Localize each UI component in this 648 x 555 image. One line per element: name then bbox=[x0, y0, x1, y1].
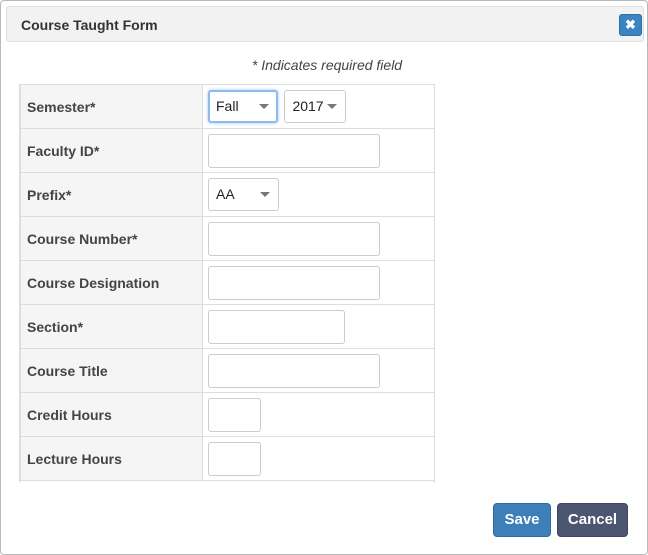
course-taught-dialog: Course Taught Form ✖ * Indicates require… bbox=[0, 0, 648, 555]
form-row-prefix: Prefix* AA bbox=[20, 172, 434, 217]
form-row-course-title: Course Title bbox=[20, 348, 434, 393]
semester-term-value: Fall bbox=[216, 98, 239, 114]
dialog-titlebar: Course Taught Form ✖ bbox=[6, 6, 644, 42]
form-row-credit-hours: Credit Hours bbox=[20, 392, 434, 437]
chevron-down-icon bbox=[259, 104, 269, 109]
cancel-button[interactable]: Cancel bbox=[557, 503, 628, 537]
semester-term-select[interactable]: Fall bbox=[208, 90, 278, 123]
credit-hours-label: Credit Hours bbox=[20, 392, 203, 437]
lecture-hours-input[interactable] bbox=[208, 441, 261, 476]
close-icon: ✖ bbox=[625, 17, 636, 32]
form-row-course-designation: Course Designation bbox=[20, 260, 434, 305]
semester-label: Semester* bbox=[20, 84, 203, 129]
chevron-down-icon bbox=[327, 104, 338, 109]
section-label: Section* bbox=[20, 304, 203, 349]
semester-year-select[interactable]: 2017 bbox=[284, 90, 347, 123]
required-field-note: * Indicates required field bbox=[251, 57, 403, 73]
course-number-label: Course Number* bbox=[20, 216, 203, 261]
lecture-hours-label: Lecture Hours bbox=[20, 436, 203, 481]
course-designation-label: Course Designation bbox=[20, 260, 203, 305]
prefix-value: AA bbox=[216, 186, 235, 202]
form-row-lecture-hours: Lecture Hours bbox=[20, 436, 434, 481]
faculty-id-label: Faculty ID* bbox=[20, 128, 203, 173]
close-button[interactable]: ✖ bbox=[619, 14, 642, 36]
course-title-label: Course Title bbox=[20, 348, 203, 393]
chevron-down-icon bbox=[260, 192, 270, 197]
course-form-table: Semester* Fall 2017 Faculty ID* Prefix* … bbox=[20, 84, 434, 481]
section-input[interactable] bbox=[208, 309, 345, 344]
form-row-semester: Semester* Fall 2017 bbox=[20, 84, 434, 129]
form-row-faculty-id: Faculty ID* bbox=[20, 128, 434, 173]
faculty-id-input[interactable] bbox=[208, 133, 380, 168]
course-title-input[interactable] bbox=[208, 353, 380, 388]
course-number-input[interactable] bbox=[208, 221, 380, 256]
course-designation-input[interactable] bbox=[208, 265, 380, 300]
semester-year-value: 2017 bbox=[292, 98, 324, 114]
form-scroll-area[interactable]: Semester* Fall 2017 Faculty ID* Prefix* … bbox=[19, 84, 435, 483]
credit-hours-input[interactable] bbox=[208, 397, 261, 432]
dialog-title: Course Taught Form bbox=[21, 17, 158, 33]
form-row-course-number: Course Number* bbox=[20, 216, 434, 261]
form-row-section: Section* bbox=[20, 304, 434, 349]
save-button[interactable]: Save bbox=[493, 503, 551, 537]
prefix-label: Prefix* bbox=[20, 172, 203, 217]
prefix-select[interactable]: AA bbox=[208, 178, 279, 211]
